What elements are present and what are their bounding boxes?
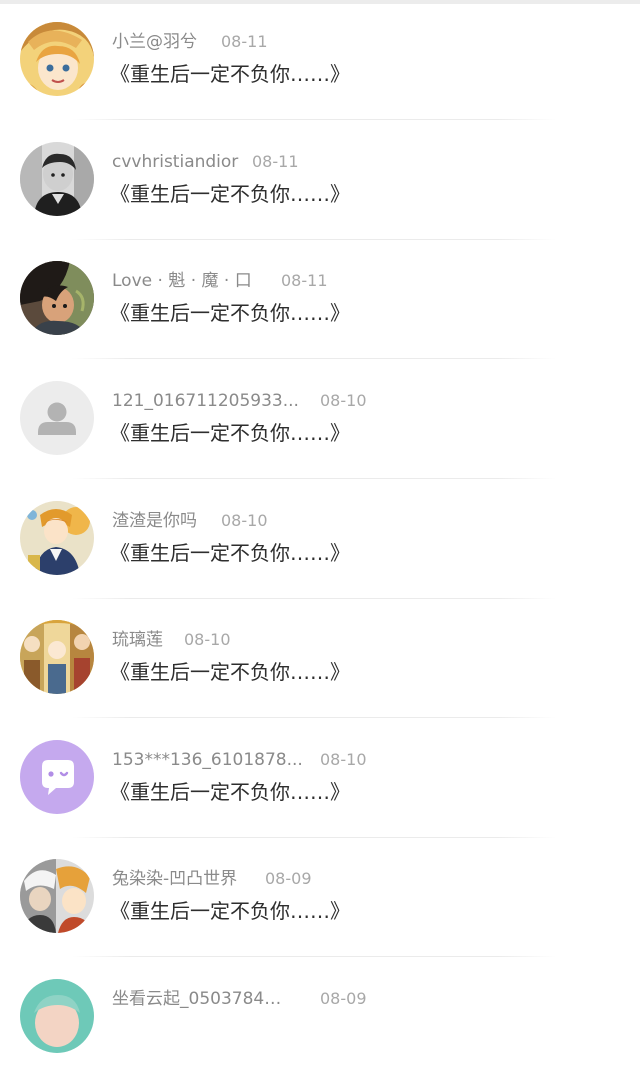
username[interactable]: 兔染染-凹凸世界 [112, 867, 237, 891]
comment-date: 08-10 [320, 750, 367, 769]
comment-item[interactable]: 小兰@羽兮 08-11 《重生后一定不负你……》 [0, 0, 640, 120]
comment-meta: 坐看云起_0503784… 08-09 [112, 987, 592, 1011]
comment-text: 《重生后一定不负你……》 [110, 62, 350, 86]
comment-date: 08-09 [320, 989, 367, 1008]
comment-item[interactable]: 渣渣是你吗 08-10 《重生后一定不负你……》 [0, 479, 640, 599]
photo-child-avatar-icon[interactable] [20, 979, 94, 1053]
comment-item[interactable]: 121_016711205933... 08-10 《重生后一定不负你……》 [0, 359, 640, 479]
comment-meta: 153***136_6101878... 08-10 [112, 748, 592, 772]
username[interactable]: cvvhristiandior [112, 150, 238, 174]
comment-meta: 小兰@羽兮 08-11 [112, 30, 592, 54]
comment-text: 《重生后一定不负你……》 [110, 899, 350, 923]
comment-meta: 琉璃莲 08-10 [112, 628, 592, 652]
comment-date: 08-09 [265, 869, 312, 888]
comment-meta: 兔染染-凹凸世界 08-09 [112, 867, 592, 891]
anime-boy-avatar-icon[interactable] [20, 261, 94, 335]
anime-group-avatar-icon[interactable] [20, 620, 94, 694]
comment-text: 《重生后一定不负你……》 [110, 780, 350, 804]
comment-text: 《重生后一定不负你……》 [110, 421, 350, 445]
comment-item[interactable]: 琉璃莲 08-10 《重生后一定不负你……》 [0, 598, 640, 718]
comment-item[interactable]: 153***136_6101878... 08-10 《重生后一定不负你……》 [0, 718, 640, 838]
default-person-avatar-icon[interactable] [20, 381, 94, 455]
photo-boy-avatar-icon[interactable] [20, 142, 94, 216]
comment-date: 08-11 [281, 271, 328, 290]
comment-item[interactable]: Love · 魁 · 魔 · 口 08-11 《重生后一定不负你……》 [0, 239, 640, 359]
comment-text: 《重生后一定不负你……》 [110, 660, 350, 684]
username[interactable]: 121_016711205933... [112, 389, 299, 413]
comment-meta: Love · 魁 · 魔 · 口 08-11 [112, 269, 592, 293]
comment-date: 08-10 [221, 511, 268, 530]
comment-meta: 渣渣是你吗 08-10 [112, 509, 592, 533]
chat-bubble-avatar-icon[interactable] [20, 740, 94, 814]
comment-item[interactable]: 坐看云起_0503784… 08-09 [0, 957, 640, 1077]
comment-text: 《重生后一定不负你……》 [110, 541, 350, 565]
comment-item[interactable]: cvvhristiandior 08-11 《重生后一定不负你……》 [0, 120, 640, 240]
comment-text: 《重生后一定不负你……》 [110, 301, 350, 325]
comment-date: 08-11 [252, 152, 299, 171]
comment-date: 08-11 [221, 32, 268, 51]
username[interactable]: 琉璃莲 [112, 628, 163, 652]
comment-item[interactable]: 兔染染-凹凸世界 08-09 《重生后一定不负你……》 [0, 837, 640, 957]
username[interactable]: Love · 魁 · 魔 · 口 [112, 269, 252, 293]
anime-girl-avatar-icon[interactable] [20, 22, 94, 96]
comment-text: 《重生后一定不负你……》 [110, 182, 350, 206]
comment-meta: 121_016711205933... 08-10 [112, 389, 592, 413]
comment-date: 08-10 [184, 630, 231, 649]
comment-meta: cvvhristiandior 08-11 [112, 150, 592, 174]
anime-duo-avatar-icon[interactable] [20, 859, 94, 933]
username[interactable]: 坐看云起_0503784… [112, 987, 281, 1011]
username[interactable]: 小兰@羽兮 [112, 30, 197, 54]
anime-character-avatar-icon[interactable] [20, 501, 94, 575]
username[interactable]: 渣渣是你吗 [112, 509, 197, 533]
username[interactable]: 153***136_6101878... [112, 748, 303, 772]
comment-date: 08-10 [320, 391, 367, 410]
